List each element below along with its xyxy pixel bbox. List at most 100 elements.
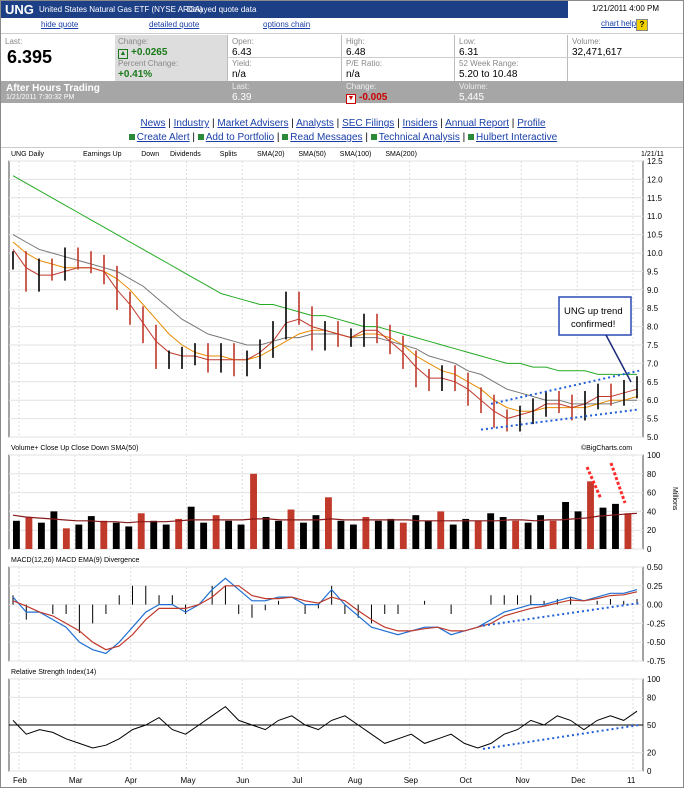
- volume-bar: [237, 524, 245, 549]
- volume-legend: Volume+ Close Up Close Down SMA(50): [11, 445, 138, 452]
- volume-bar: [574, 511, 582, 549]
- rsi-tick-label: 50: [647, 721, 656, 730]
- price-tick-label: 8.5: [647, 304, 659, 313]
- volume-bar: [524, 522, 532, 549]
- volume-bar: [275, 520, 282, 549]
- rsi-tick-label: 0: [647, 767, 652, 776]
- legend-entry: Splits: [220, 151, 238, 158]
- nav-link-add-to-portfolio[interactable]: Add to Portfolio: [206, 132, 274, 143]
- volume-tick-label: 60: [647, 489, 656, 498]
- volume-tick-label: 80: [647, 470, 656, 479]
- annotation-text: UNG up trend: [564, 306, 623, 317]
- quote-widget: UNG United States Natural Gas ETF (NYSE …: [0, 0, 684, 788]
- nav-link-market-advisers[interactable]: Market Advisers: [217, 118, 288, 129]
- macd-panel: [8, 566, 644, 662]
- nav-link-profile[interactable]: Profile: [517, 118, 545, 129]
- symbol: UNG: [5, 2, 34, 17]
- price-tick-label: 8.0: [647, 323, 659, 332]
- pe-label: P/E Ratio:: [346, 59, 383, 68]
- volume-bar: [50, 511, 58, 549]
- legend-entry: Earnings Up: [83, 151, 122, 158]
- nav-link-insiders[interactable]: Insiders: [402, 118, 437, 129]
- volume-bar: [225, 520, 233, 549]
- volume-bar: [512, 520, 520, 549]
- macd-tick-label: 0.25: [647, 582, 663, 591]
- volume-bar: [100, 520, 108, 549]
- nav-link-news[interactable]: News: [140, 118, 165, 129]
- title-bar: UNG United States Natural Gas ETF (NYSE …: [1, 1, 683, 18]
- volume-bar: [13, 520, 20, 549]
- nav-link-analysts[interactable]: Analysts: [296, 118, 334, 129]
- chart-date: 1/21/11: [641, 151, 664, 158]
- volume-tick-label: 40: [647, 507, 656, 516]
- volume-bar: [250, 473, 257, 549]
- volume-bar: [75, 524, 83, 549]
- month-label: Sep: [404, 776, 419, 785]
- volume-bar: [200, 522, 208, 549]
- nav-link-create-alert[interactable]: Create Alert: [137, 132, 190, 143]
- help-question-icon[interactable]: ?: [636, 19, 648, 31]
- pct-value: +0.41%: [118, 69, 153, 80]
- nav-link-read-messages[interactable]: Read Messages: [290, 132, 362, 143]
- price-tick-label: 5.5: [647, 415, 659, 424]
- volume-bar: [25, 517, 33, 549]
- volume-bar: [424, 520, 432, 549]
- low-label: Low:: [459, 37, 476, 46]
- chart-help-link[interactable]: chart help: [601, 19, 636, 28]
- volume-bar: [387, 518, 395, 549]
- change-value: +0.0265: [131, 47, 168, 58]
- volume-bar: [162, 524, 170, 549]
- volume-bar: [587, 481, 594, 549]
- macd-tick-label: -0.75: [647, 657, 666, 666]
- delay-note: Delayed quote data: [187, 5, 257, 14]
- month-label: Nov: [515, 776, 529, 785]
- rsi-tick-label: 80: [647, 693, 656, 702]
- volume-bar: [349, 524, 357, 549]
- volume-bar: [562, 502, 569, 549]
- macd-tick-label: 0.00: [647, 601, 663, 610]
- legend-entry: SMA(20): [257, 151, 285, 158]
- month-label: Aug: [348, 776, 362, 785]
- rsi-tick-label: 100: [647, 675, 661, 684]
- month-label: 11: [627, 776, 636, 785]
- options-chain-link[interactable]: options chain: [263, 20, 310, 29]
- price-tick-label: 9.0: [647, 286, 659, 295]
- legend-entry: SMA(200): [385, 151, 417, 158]
- nav-link-annual-report[interactable]: Annual Report: [445, 118, 509, 129]
- change-label: Change:: [118, 37, 149, 46]
- volume-bar: [137, 513, 145, 549]
- ah-last-label: Last:: [232, 82, 250, 91]
- detailed-quote-link[interactable]: detailed quote: [149, 20, 199, 29]
- hide-quote-link[interactable]: hide quote: [41, 20, 78, 29]
- nav-link-hulbert-interactive[interactable]: Hulbert Interactive: [476, 132, 557, 143]
- month-label: Feb: [13, 776, 27, 785]
- ah-volume-label: Volume:: [459, 82, 488, 91]
- yield-value: n/a: [232, 69, 246, 80]
- volume-bar: [125, 526, 133, 549]
- after-hours-bar: After Hours Trading 1/21/2011 7:30:32 PM: [1, 81, 227, 103]
- nav-bullet-icon: [128, 134, 135, 140]
- nav-link-industry[interactable]: Industry: [174, 118, 210, 129]
- macd-tick-label: 0.50: [647, 563, 663, 572]
- price-tick-label: 11.0: [647, 212, 663, 221]
- nav-link-sec-filings[interactable]: SEC Filings: [342, 118, 394, 129]
- price-chart: Feb Mar Apr May Jun Jul Aug Sep Oct Nov Dec 1112.51…: [1, 147, 683, 785]
- volume-ylabel: Millions: [671, 487, 678, 511]
- month-label: May: [180, 776, 195, 785]
- volume-bar: [474, 520, 482, 549]
- volume-bar: [599, 507, 607, 549]
- link-bar: hide quote detailed quote options chain: [1, 18, 683, 34]
- volume-bar: [337, 520, 345, 549]
- price-tick-label: 6.5: [647, 378, 659, 387]
- after-hours-title: After Hours Trading: [6, 83, 100, 94]
- nav-link-technical-analysis[interactable]: Technical Analysis: [379, 132, 460, 143]
- volume-bar: [437, 511, 445, 549]
- volume-bar: [487, 513, 495, 549]
- price-tick-label: 10.0: [647, 249, 663, 258]
- last-price: 6.395: [7, 47, 53, 67]
- volume-tick-label: 100: [647, 451, 661, 460]
- volume-bar: [62, 528, 70, 549]
- ah-change-label: Change:: [346, 82, 377, 91]
- legend-entry: SMA(50): [298, 151, 326, 158]
- volume-bar: [612, 503, 619, 549]
